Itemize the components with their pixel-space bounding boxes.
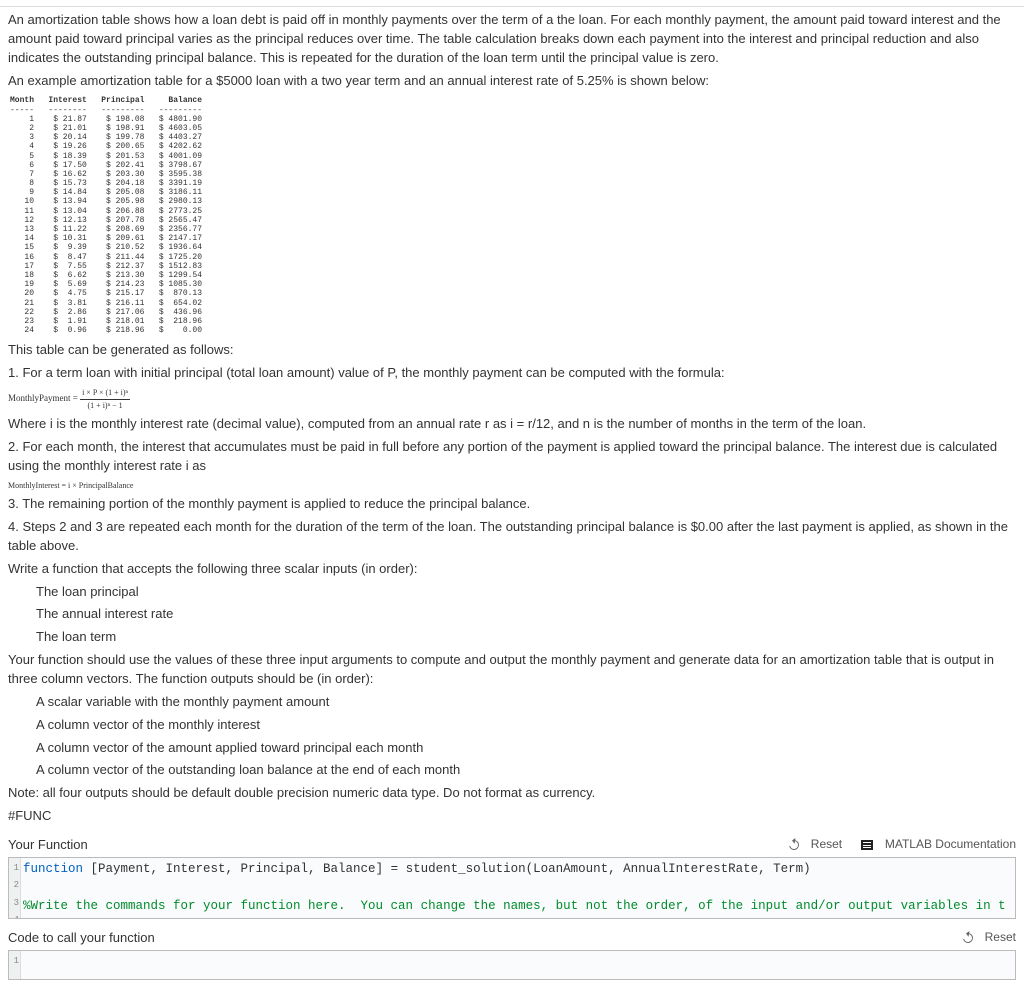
input-2: The annual interest rate [36,605,1016,624]
example-intro: An example amortization table for a $500… [8,72,1016,91]
matlab-doc-link[interactable]: MATLAB Documentation [853,837,1016,851]
input-3: The loan term [36,628,1016,647]
your-function-label: Your Function [8,837,88,852]
note: Note: all four outputs should be default… [8,784,1016,803]
reset-button[interactable]: Reset [781,837,842,851]
step-1-explanation: Where i is the monthly interest rate (de… [8,415,1016,434]
step-1: 1. For a term loan with initial principa… [8,364,1016,383]
output-4: A column vector of the outstanding loan … [36,761,1016,780]
reset-call-button[interactable]: Reset [955,930,1016,944]
step-3: 3. The remaining portion of the monthly … [8,495,1016,514]
generation-intro: This table can be generated as follows: [8,341,1016,360]
intro-paragraph: An amortization table shows how a loan d… [8,11,1016,68]
reset-icon [961,931,975,945]
code-to-call-label: Code to call your function [8,930,155,945]
output-2: A column vector of the monthly interest [36,716,1016,735]
output-1: A scalar variable with the monthly payme… [36,693,1016,712]
monthly-interest-formula: MonthlyInterest = i × PrincipalBalance [8,480,1016,492]
outputs-intro: Your function should use the values of t… [8,651,1016,689]
step-4: 4. Steps 2 and 3 are repeated each month… [8,518,1016,556]
inputs-intro: Write a function that accepts the follow… [8,560,1016,579]
func-tag: #FUNC [8,807,1016,826]
input-1: The loan principal [36,583,1016,602]
output-3: A column vector of the amount applied to… [36,739,1016,758]
step-2: 2. For each month, the interest that acc… [8,438,1016,476]
function-editor[interactable]: 1234 function [Payment, Interest, Princi… [8,857,1016,919]
monthly-payment-formula: MonthlyPayment = i × P × (1 + i)ⁿ (1 + i… [8,387,1016,411]
call-editor[interactable]: 1 [8,950,1016,980]
amortization-table: Month Interest Principal Balance ----- -… [10,96,1016,335]
